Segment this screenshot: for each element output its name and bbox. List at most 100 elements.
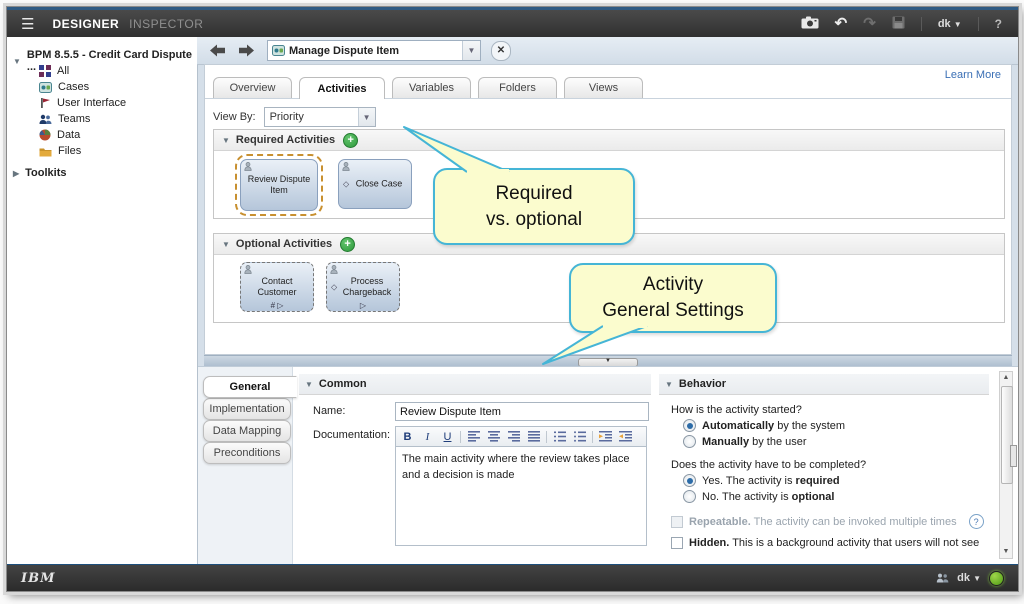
tab-activities[interactable]: Activities — [299, 77, 385, 99]
top-toolbar: ☰ DESIGNER INSPECTOR ↶ ↷ dk ▼ ? — [7, 7, 1018, 37]
underline-button[interactable]: U — [440, 429, 455, 444]
sidebar-item-label: Cases — [58, 81, 89, 93]
all-icon — [39, 65, 51, 77]
files-icon — [39, 146, 52, 157]
bullet-list-button[interactable] — [572, 429, 587, 444]
activity-review-dispute-item[interactable]: Review Dispute Item — [240, 159, 318, 211]
numbered-list-button[interactable] — [552, 429, 567, 444]
learn-more-link[interactable]: Learn More — [945, 69, 1001, 81]
help-button[interactable]: ? — [995, 17, 1002, 31]
activity-process-chargeback[interactable]: ◇ Process Chargeback ▷ — [326, 262, 400, 312]
portlet-title: Common — [319, 378, 367, 390]
sidebar-item-label: All — [57, 65, 69, 77]
user-menu[interactable]: dk ▼ — [957, 572, 981, 584]
tab-data-mapping[interactable]: Data Mapping — [203, 420, 291, 442]
caret-down-icon[interactable]: ▼ — [665, 380, 673, 389]
justify-button[interactable] — [526, 429, 541, 444]
radio-icon[interactable] — [683, 490, 696, 503]
menu-icon[interactable]: ☰ — [21, 15, 34, 33]
back-arrow-icon[interactable] — [209, 43, 226, 58]
add-activity-button[interactable]: + — [340, 237, 355, 252]
align-center-button[interactable] — [486, 429, 501, 444]
sidebar-item-toolkits[interactable]: ▶ Toolkits — [13, 167, 67, 179]
panel-collapse-handle[interactable] — [1010, 445, 1017, 467]
tab-views[interactable]: Views — [564, 77, 643, 98]
behavior-header[interactable]: ▼ Behavior — [659, 374, 989, 395]
checkbox-disabled-icon — [671, 516, 683, 528]
close-artifact-button[interactable]: ✕ — [491, 41, 511, 61]
dropdown-arrow-icon[interactable]: ▼ — [462, 41, 480, 60]
tab-implementation[interactable]: Implementation — [203, 398, 291, 420]
richtext-toolbar: B I U — [395, 426, 647, 447]
scroll-down-button[interactable]: ▼ — [1000, 546, 1012, 558]
italic-button[interactable]: I — [420, 429, 435, 444]
scrollbar-thumb[interactable] — [1001, 386, 1013, 484]
tab-variables[interactable]: Variables — [392, 77, 471, 98]
radio-manually[interactable]: Manually by the user — [683, 435, 807, 448]
forward-arrow-icon[interactable] — [238, 43, 255, 58]
align-right-button[interactable] — [506, 429, 521, 444]
scroll-up-button[interactable]: ▲ — [1000, 372, 1012, 384]
caret-down-icon[interactable]: ▼ — [222, 240, 230, 249]
artifact-selector[interactable]: Manage Dispute Item ▼ — [267, 40, 481, 61]
checkbox-hidden[interactable]: Hidden. This is a background activity th… — [671, 537, 979, 549]
tab-overview[interactable]: Overview — [213, 77, 292, 98]
caret-down-icon[interactable]: ▼ — [222, 136, 230, 145]
statusbar-right: dk ▼ — [936, 571, 1004, 586]
sidebar-item-data[interactable]: Data — [39, 129, 80, 141]
activity-close-case[interactable]: ◇ Close Case — [338, 159, 412, 209]
sidebar-item-files[interactable]: Files — [39, 145, 81, 157]
section-title: Optional Activities — [236, 238, 332, 250]
sidebar-item-all[interactable]: All — [39, 65, 69, 77]
callout-text: General Settings — [602, 298, 744, 324]
tab-inspector[interactable]: INSPECTOR — [129, 17, 203, 31]
name-input[interactable] — [395, 402, 649, 421]
undo-icon[interactable]: ↶ — [835, 16, 848, 31]
caret-right-icon[interactable]: ▶ — [13, 169, 19, 178]
callout-text: Required — [495, 181, 572, 207]
add-activity-button[interactable]: + — [343, 133, 358, 148]
sidebar-item-user-interface[interactable]: User Interface — [39, 97, 126, 109]
view-by-row: View By: Priority ▼ — [213, 107, 376, 127]
tab-designer[interactable]: DESIGNER — [52, 17, 119, 31]
documentation-text[interactable]: The main activity where the review takes… — [395, 447, 647, 546]
view-by-label: View By: — [213, 111, 256, 123]
sidebar-item-label: Files — [58, 145, 81, 157]
required-activities-header[interactable]: ▼ Required Activities + — [214, 130, 1004, 151]
view-by-select[interactable]: Priority ▼ — [264, 107, 376, 127]
panel-splitter[interactable]: ▼ — [204, 355, 1012, 366]
radio-optional[interactable]: No. The activity is optional — [683, 490, 834, 503]
activity-contact-customer[interactable]: Contact Customer # ▷ — [240, 262, 314, 312]
sidebar-item-teams[interactable]: Teams — [39, 113, 90, 125]
common-header[interactable]: ▼ Common — [299, 374, 651, 395]
snapshot-camera-icon[interactable] — [801, 16, 819, 32]
user-interface-icon — [39, 97, 51, 109]
help-icon[interactable]: ? — [969, 514, 984, 529]
activity-label: Contact Customer — [245, 276, 309, 299]
user-menu[interactable]: dk ▼ — [938, 18, 962, 30]
dropdown-arrow-icon[interactable]: ▼ — [358, 108, 375, 126]
outdent-button[interactable] — [618, 429, 633, 444]
radio-automatically[interactable]: Automatically by the system — [683, 419, 845, 432]
sidebar-item-cases[interactable]: Cases — [39, 81, 89, 93]
radio-required[interactable]: Yes. The activity is required — [683, 474, 840, 487]
tab-general[interactable]: General — [203, 376, 297, 398]
radio-icon[interactable] — [683, 435, 696, 448]
align-left-button[interactable] — [466, 429, 481, 444]
checkbox-repeatable: Repeatable. The activity can be invoked … — [671, 514, 984, 529]
callout-required-vs-optional: Required vs. optional — [433, 168, 635, 245]
bold-button[interactable]: B — [400, 429, 415, 444]
redo-icon: ↷ — [863, 16, 876, 31]
radio-checked-icon[interactable] — [683, 474, 696, 487]
checkbox-icon[interactable] — [671, 537, 683, 549]
caret-down-icon[interactable]: ▼ — [305, 380, 313, 389]
artifact-name: Manage Dispute Item — [289, 45, 462, 57]
tab-preconditions[interactable]: Preconditions — [203, 442, 291, 464]
artifact-navbar: Manage Dispute Item ▼ ✕ — [197, 37, 1018, 65]
indent-button[interactable] — [598, 429, 613, 444]
save-icon — [892, 16, 905, 32]
caret-down-icon[interactable]: ▼ — [13, 57, 21, 66]
sidebar-item-label: Teams — [58, 113, 90, 125]
tab-folders[interactable]: Folders — [478, 77, 557, 98]
radio-checked-icon[interactable] — [683, 419, 696, 432]
